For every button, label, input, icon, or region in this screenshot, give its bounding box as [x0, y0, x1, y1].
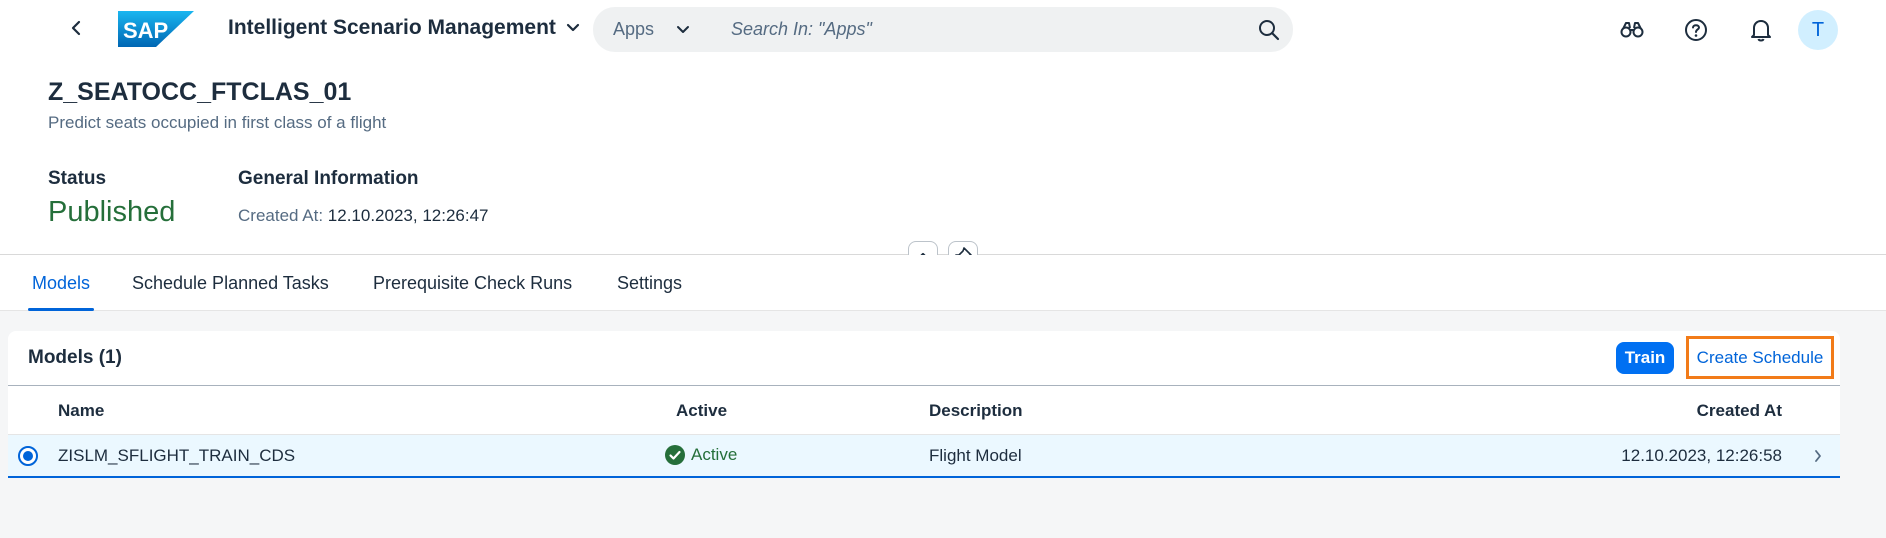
model-description: Flight Model [929, 446, 1022, 465]
search-button[interactable] [1245, 7, 1293, 52]
row-select-radio[interactable] [18, 446, 38, 466]
tab-bar: Models Schedule Planned Tasks Prerequisi… [0, 255, 1886, 311]
search-scope-value: Apps [613, 19, 655, 39]
create-schedule-label: Create Schedule [1696, 347, 1824, 367]
back-arrow-icon [71, 20, 81, 36]
search-field: Apps [593, 7, 1293, 52]
table-header: Name Active Description Created At [8, 385, 1840, 435]
status-value: Published [48, 196, 176, 228]
active-status-text: Active [691, 445, 738, 464]
general-info-label: General Information [238, 168, 419, 189]
models-table-card: Models (1) Train Create Schedule Name Ac… [8, 331, 1840, 478]
page-subtitle: Predict seats occupied in first class of… [48, 113, 387, 132]
row-navigation[interactable] [1814, 449, 1822, 468]
binoculars-icon [1620, 22, 1644, 38]
train-button[interactable]: Train [1616, 342, 1674, 374]
avatar-initial: T [1811, 18, 1825, 41]
shell-bar: SAP Intelligent Scenario Management Apps… [0, 0, 1886, 58]
created-at-value: 12.10.2023, 12:26:47 [327, 206, 489, 225]
tab-schedule-planned-tasks[interactable]: Schedule Planned Tasks [132, 273, 329, 294]
search-input[interactable] [711, 19, 1245, 40]
tab-models[interactable]: Models [32, 273, 90, 294]
search-icon [1259, 19, 1280, 40]
created-at-info: Created At: 12.10.2023, 12:26:47 [238, 206, 489, 226]
column-header-active: Active [676, 401, 728, 420]
user-avatar[interactable]: T [1798, 10, 1838, 50]
sap-logo[interactable]: SAP [118, 11, 194, 47]
table-title: Models (1) [28, 347, 122, 368]
column-header-created-at: Created At [1696, 401, 1782, 420]
joule-button[interactable] [1615, 13, 1649, 47]
column-header-description: Description [929, 401, 1023, 420]
success-check-icon [665, 445, 685, 465]
table-row[interactable]: ZISLM_SFLIGHT_TRAIN_CDS Active Flight Mo… [8, 435, 1840, 478]
help-button[interactable] [1679, 13, 1713, 47]
create-schedule-button[interactable]: Create Schedule [1686, 336, 1834, 379]
chevron-right-icon [1815, 450, 1821, 462]
app-title: Intelligent Scenario Management [228, 16, 556, 39]
chevron-down-icon [677, 25, 690, 33]
tab-prerequisite-check-runs[interactable]: Prerequisite Check Runs [373, 273, 572, 294]
created-at-label: Created At: [238, 206, 324, 225]
model-created-at: 12.10.2023, 12:26:58 [1621, 446, 1782, 465]
page-title: Z_SEATOCC_FTCLAS_01 [48, 78, 352, 106]
bell-icon [1751, 20, 1771, 42]
notifications-button[interactable] [1744, 13, 1778, 47]
back-button[interactable] [60, 12, 92, 44]
help-icon [1685, 19, 1707, 41]
active-tab-indicator [28, 308, 94, 311]
tab-settings[interactable]: Settings [617, 273, 682, 294]
search-scope-select[interactable]: Apps [593, 19, 711, 40]
radio-selected-dot [23, 451, 33, 461]
chevron-down-icon [566, 23, 580, 32]
app-title-menu[interactable]: Intelligent Scenario Management [228, 16, 580, 40]
object-header: Z_SEATOCC_FTCLAS_01 Predict seats occupi… [0, 58, 1886, 255]
sap-logo-icon: SAP [118, 11, 194, 47]
svg-text:SAP: SAP [123, 18, 168, 43]
status-label: Status [48, 168, 107, 189]
column-header-name: Name [58, 401, 105, 420]
active-status: Active [665, 445, 737, 465]
model-name: ZISLM_SFLIGHT_TRAIN_CDS [58, 446, 296, 465]
